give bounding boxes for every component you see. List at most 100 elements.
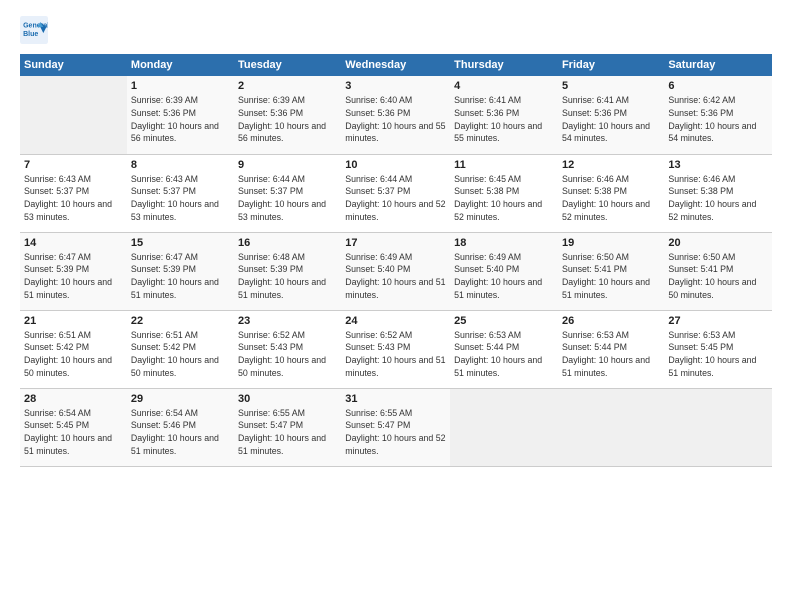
day-number: 27 — [668, 315, 768, 327]
day-number: 16 — [238, 237, 337, 249]
calendar-cell: 11 Sunrise: 6:45 AMSunset: 5:38 PMDayligh… — [450, 154, 558, 232]
day-info: Sunrise: 6:55 AMSunset: 5:47 PMDaylight:… — [238, 407, 337, 458]
calendar-cell: 3 Sunrise: 6:40 AMSunset: 5:36 PMDaylight… — [341, 76, 450, 154]
calendar-cell: 13 Sunrise: 6:46 AMSunset: 5:38 PMDayligh… — [664, 154, 772, 232]
calendar-cell: 25 Sunrise: 6:53 AMSunset: 5:44 PMDayligh… — [450, 310, 558, 388]
calendar-cell: 9 Sunrise: 6:44 AMSunset: 5:37 PMDaylight… — [234, 154, 341, 232]
calendar-week-row: 28Sunrise: 6:54 AMSunset: 5:45 PMDayligh… — [20, 388, 772, 466]
day-info: Sunrise: 6:44 AMSunset: 5:37 PMDaylight:… — [238, 173, 337, 224]
day-number: 22 — [131, 315, 230, 327]
day-number: 10 — [345, 159, 446, 171]
day-number: 7 — [24, 159, 123, 171]
calendar-cell: 28Sunrise: 6:54 AMSunset: 5:45 PMDayligh… — [20, 388, 127, 466]
calendar-cell — [450, 388, 558, 466]
calendar-cell — [20, 76, 127, 154]
calendar-cell: 16Sunrise: 6:48 AMSunset: 5:39 PMDayligh… — [234, 232, 341, 310]
day-info: Sunrise: 6:51 AMSunset: 5:42 PMDaylight:… — [131, 329, 230, 380]
calendar-cell: 18Sunrise: 6:49 AMSunset: 5:40 PMDayligh… — [450, 232, 558, 310]
day-info: Sunrise: 6:55 AMSunset: 5:47 PMDaylight:… — [345, 407, 446, 458]
logo-icon: General Blue — [20, 16, 48, 44]
day-info: Sunrise: 6:53 AMSunset: 5:45 PMDaylight:… — [668, 329, 768, 380]
day-number: 11 — [454, 159, 554, 171]
day-number: 8 — [131, 159, 230, 171]
day-info: Sunrise: 6:54 AMSunset: 5:45 PMDaylight:… — [24, 407, 123, 458]
calendar-cell: 1 Sunrise: 6:39 AMSunset: 5:36 PMDaylight… — [127, 76, 234, 154]
day-number: 29 — [131, 393, 230, 405]
day-number: 13 — [668, 159, 768, 171]
day-info: Sunrise: 6:39 AMSunset: 5:36 PMDaylight:… — [131, 94, 230, 145]
day-number: 12 — [562, 159, 660, 171]
calendar-cell: 26Sunrise: 6:53 AMSunset: 5:44 PMDayligh… — [558, 310, 664, 388]
calendar-cell — [664, 388, 772, 466]
calendar-cell: 6Sunrise: 6:42 AMSunset: 5:36 PMDaylight… — [664, 76, 772, 154]
day-info: Sunrise: 6:45 AMSunset: 5:38 PMDaylight:… — [454, 173, 554, 224]
header-row: SundayMondayTuesdayWednesdayThursdayFrid… — [20, 54, 772, 76]
day-number: 3 — [345, 80, 446, 92]
weekday-header: Wednesday — [341, 54, 450, 76]
weekday-header: Sunday — [20, 54, 127, 76]
day-info: Sunrise: 6:40 AMSunset: 5:36 PMDaylight:… — [345, 94, 446, 145]
day-number: 31 — [345, 393, 446, 405]
calendar-week-row: 1 Sunrise: 6:39 AMSunset: 5:36 PMDaylight… — [20, 76, 772, 154]
weekday-header: Monday — [127, 54, 234, 76]
calendar-page: General Blue SundayMondayTuesdayWednesda… — [0, 0, 792, 612]
day-info: Sunrise: 6:46 AMSunset: 5:38 PMDaylight:… — [562, 173, 660, 224]
day-info: Sunrise: 6:50 AMSunset: 5:41 PMDaylight:… — [668, 251, 768, 302]
calendar-cell: 17Sunrise: 6:49 AMSunset: 5:40 PMDayligh… — [341, 232, 450, 310]
weekday-header: Thursday — [450, 54, 558, 76]
day-info: Sunrise: 6:41 AMSunset: 5:36 PMDaylight:… — [454, 94, 554, 145]
day-number: 23 — [238, 315, 337, 327]
calendar-cell: 31 Sunrise: 6:55 AMSunset: 5:47 PMDayligh… — [341, 388, 450, 466]
calendar-cell: 2 Sunrise: 6:39 AMSunset: 5:36 PMDaylight… — [234, 76, 341, 154]
day-info: Sunrise: 6:44 AMSunset: 5:37 PMDaylight:… — [345, 173, 446, 224]
day-number: 5 — [562, 80, 660, 92]
calendar-cell: 24 Sunrise: 6:52 AMSunset: 5:43 PMDayligh… — [341, 310, 450, 388]
day-number: 14 — [24, 237, 123, 249]
calendar-cell: 19 Sunrise: 6:50 AMSunset: 5:41 PMDayligh… — [558, 232, 664, 310]
calendar-week-row: 21 Sunrise: 6:51 AMSunset: 5:42 PMDayligh… — [20, 310, 772, 388]
day-info: Sunrise: 6:46 AMSunset: 5:38 PMDaylight:… — [668, 173, 768, 224]
day-number: 4 — [454, 80, 554, 92]
day-number: 2 — [238, 80, 337, 92]
day-number: 26 — [562, 315, 660, 327]
calendar-cell: 4 Sunrise: 6:41 AMSunset: 5:36 PMDaylight… — [450, 76, 558, 154]
day-info: Sunrise: 6:43 AMSunset: 5:37 PMDaylight:… — [24, 173, 123, 224]
day-info: Sunrise: 6:50 AMSunset: 5:41 PMDaylight:… — [562, 251, 660, 302]
day-number: 17 — [345, 237, 446, 249]
day-number: 20 — [668, 237, 768, 249]
day-number: 9 — [238, 159, 337, 171]
day-number: 24 — [345, 315, 446, 327]
day-number: 21 — [24, 315, 123, 327]
svg-text:Blue: Blue — [23, 31, 38, 38]
day-info: Sunrise: 6:41 AMSunset: 5:36 PMDaylight:… — [562, 94, 660, 145]
day-info: Sunrise: 6:52 AMSunset: 5:43 PMDaylight:… — [238, 329, 337, 380]
day-info: Sunrise: 6:42 AMSunset: 5:36 PMDaylight:… — [668, 94, 768, 145]
day-info: Sunrise: 6:39 AMSunset: 5:36 PMDaylight:… — [238, 94, 337, 145]
calendar-cell: 7 Sunrise: 6:43 AMSunset: 5:37 PMDaylight… — [20, 154, 127, 232]
day-number: 25 — [454, 315, 554, 327]
day-number: 18 — [454, 237, 554, 249]
calendar-cell: 20 Sunrise: 6:50 AMSunset: 5:41 PMDayligh… — [664, 232, 772, 310]
day-info: Sunrise: 6:43 AMSunset: 5:37 PMDaylight:… — [131, 173, 230, 224]
page-header: General Blue — [20, 16, 772, 44]
calendar-cell: 29 Sunrise: 6:54 AMSunset: 5:46 PMDayligh… — [127, 388, 234, 466]
day-info: Sunrise: 6:51 AMSunset: 5:42 PMDaylight:… — [24, 329, 123, 380]
calendar-cell: 15Sunrise: 6:47 AMSunset: 5:39 PMDayligh… — [127, 232, 234, 310]
weekday-header: Saturday — [664, 54, 772, 76]
calendar-cell: 5 Sunrise: 6:41 AMSunset: 5:36 PMDaylight… — [558, 76, 664, 154]
calendar-week-row: 7 Sunrise: 6:43 AMSunset: 5:37 PMDaylight… — [20, 154, 772, 232]
logo: General Blue — [20, 16, 48, 44]
day-info: Sunrise: 6:47 AMSunset: 5:39 PMDaylight:… — [131, 251, 230, 302]
calendar-cell: 12 Sunrise: 6:46 AMSunset: 5:38 PMDayligh… — [558, 154, 664, 232]
calendar-cell: 21 Sunrise: 6:51 AMSunset: 5:42 PMDayligh… — [20, 310, 127, 388]
calendar-table: SundayMondayTuesdayWednesdayThursdayFrid… — [20, 54, 772, 467]
weekday-header: Friday — [558, 54, 664, 76]
day-info: Sunrise: 6:52 AMSunset: 5:43 PMDaylight:… — [345, 329, 446, 380]
weekday-header: Tuesday — [234, 54, 341, 76]
day-info: Sunrise: 6:47 AMSunset: 5:39 PMDaylight:… — [24, 251, 123, 302]
day-number: 1 — [131, 80, 230, 92]
day-info: Sunrise: 6:54 AMSunset: 5:46 PMDaylight:… — [131, 407, 230, 458]
day-number: 30 — [238, 393, 337, 405]
day-number: 19 — [562, 237, 660, 249]
day-info: Sunrise: 6:53 AMSunset: 5:44 PMDaylight:… — [454, 329, 554, 380]
